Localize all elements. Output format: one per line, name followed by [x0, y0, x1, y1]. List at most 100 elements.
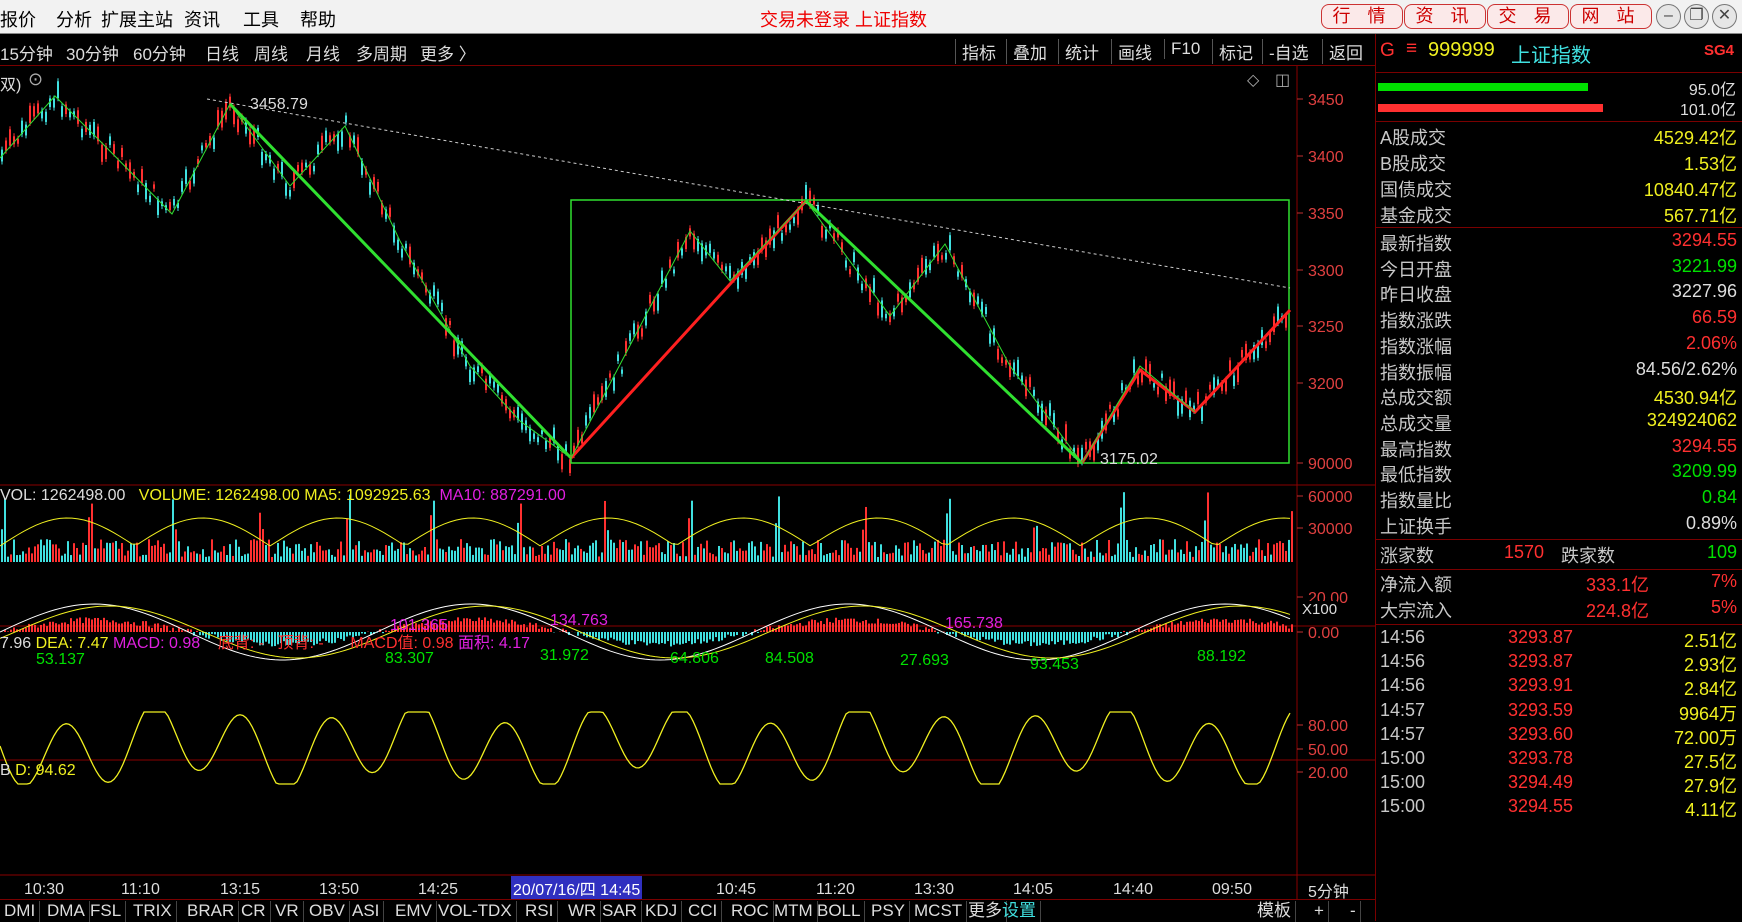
macd-bar	[1240, 619, 1242, 632]
volume-bar	[511, 545, 513, 562]
indicator-tab[interactable]: MCST	[910, 901, 967, 922]
indicator-tab[interactable]: MTM	[770, 901, 818, 922]
close-icon[interactable]: ✕	[1712, 4, 1737, 29]
macd-bar	[841, 620, 843, 632]
tick-price: 3294.55	[1508, 796, 1573, 817]
indicator-tab[interactable]: CR	[237, 901, 271, 922]
volume-bar	[982, 545, 984, 562]
tool-f10[interactable]: F10	[1164, 39, 1200, 59]
indicator-tab[interactable]: PSY	[867, 901, 910, 922]
indicator-tab[interactable]: FSL	[86, 901, 126, 922]
period-month[interactable]: 月线	[306, 40, 340, 65]
period-day[interactable]: 日线	[205, 40, 239, 65]
period-30min[interactable]: 30分钟	[66, 40, 119, 65]
volume-bar	[40, 540, 42, 562]
indicator-tab[interactable]: DMI	[0, 901, 40, 922]
dropdown-icon[interactable]: ⊙	[28, 69, 43, 90]
website-button[interactable]: 网 站	[1570, 4, 1652, 29]
macd-bar	[1174, 625, 1176, 632]
g-icon[interactable]: G	[1380, 40, 1395, 62]
quote-button[interactable]: 行 情	[1321, 4, 1403, 29]
tool-back[interactable]: 返回	[1322, 39, 1363, 64]
macd-bar	[601, 632, 603, 638]
macd-bar	[856, 622, 858, 632]
diamond-icon[interactable]: ◇	[1247, 70, 1259, 90]
tool-statistics[interactable]: 统计	[1058, 39, 1099, 64]
period-60min[interactable]: 60分钟	[133, 40, 186, 65]
menu-news[interactable]: 资讯	[184, 6, 220, 32]
indicator-tab[interactable]: WR	[564, 901, 601, 922]
volume-bar	[223, 546, 225, 562]
period-15min[interactable]: 15分钟	[0, 40, 53, 65]
indicator-tab[interactable]: CCI	[684, 901, 722, 922]
indicator-tab[interactable]: TRIX	[129, 901, 177, 922]
menu-tools[interactable]: 工具	[243, 6, 279, 32]
macd-annotation: 84.508	[765, 650, 814, 667]
kline-chart[interactable]: 345034003350330032503200 900006000030000…	[0, 66, 1375, 899]
indicator-tab[interactable]: BOLL	[813, 901, 865, 922]
macd-bar	[1024, 632, 1026, 642]
volume-bar	[397, 549, 399, 562]
candle-body	[321, 136, 323, 150]
volume-bar	[388, 546, 390, 562]
volume-bar	[280, 556, 282, 562]
indicator-tab[interactable]: DMA	[43, 901, 90, 922]
indicator-tab[interactable]: SAR	[598, 901, 642, 922]
indicator-tab[interactable]: BRAR	[183, 901, 239, 922]
macd-bar	[796, 624, 798, 632]
add-tab-button[interactable]: +	[1310, 901, 1329, 922]
panel-toggle-icon[interactable]: ◫	[1275, 70, 1290, 90]
indicator-tab[interactable]: OBV	[305, 901, 350, 922]
period-week[interactable]: 周线	[254, 40, 288, 65]
volume-bar	[616, 548, 618, 562]
indicator-tab[interactable]: RSI	[521, 901, 558, 922]
remove-tab-button[interactable]: -	[1346, 901, 1361, 922]
trade-button[interactable]: 交 易	[1487, 4, 1569, 29]
candle-body	[717, 255, 719, 263]
volume-bar	[946, 513, 948, 562]
tool-indicator[interactable]: 指标	[955, 39, 996, 64]
tool-mark[interactable]: 标记	[1212, 39, 1253, 64]
indicator-tab[interactable]: 设置	[998, 901, 1041, 922]
menu-help[interactable]: 帮助	[300, 6, 336, 32]
volume-bar	[424, 547, 426, 562]
candle-body	[977, 296, 979, 303]
tool-draw[interactable]: 画线	[1111, 39, 1152, 64]
tool-overlay[interactable]: 叠加	[1006, 39, 1047, 64]
volume-bar	[112, 543, 114, 562]
volume-bar	[472, 555, 474, 562]
tool-watchlist[interactable]: -自选	[1262, 39, 1309, 64]
macd-bar	[994, 632, 996, 642]
indicator-tab[interactable]: ASI	[348, 901, 384, 922]
minimize-icon[interactable]: –	[1656, 4, 1681, 29]
menu-analysis[interactable]: 分析	[56, 6, 92, 32]
stat-row: 指数涨幅2.06%	[1376, 333, 1742, 361]
candle-body	[873, 278, 875, 292]
period-multi[interactable]: 多周期	[356, 40, 407, 65]
volume-bar	[613, 543, 615, 562]
macd-bar	[1210, 620, 1212, 632]
candle-body	[897, 294, 899, 302]
news-button[interactable]: 资 讯	[1404, 4, 1486, 29]
template-button[interactable]: 模板	[1253, 901, 1296, 922]
indicator-tab[interactable]: ROC	[727, 901, 774, 922]
menu-icon[interactable]: ≡	[1406, 38, 1417, 60]
volume-bar	[787, 552, 789, 562]
macd-bar	[1030, 632, 1032, 646]
candle-body	[1045, 410, 1047, 426]
restore-icon[interactable]: ❐	[1684, 4, 1709, 29]
macd-bar	[859, 623, 861, 632]
period-more[interactable]: 更多 〉	[420, 40, 476, 65]
indicator-tab[interactable]: EMV	[391, 901, 437, 922]
volume-bar	[229, 544, 231, 562]
candle-body	[877, 303, 879, 316]
volume-bar	[628, 550, 630, 562]
volume-bar	[739, 548, 741, 562]
candle-body	[1265, 341, 1267, 348]
menu-extension[interactable]: 扩展主站	[101, 6, 173, 32]
indicator-tab[interactable]: VOL-TDX	[434, 901, 517, 922]
volume-bar	[664, 554, 666, 562]
indicator-tab[interactable]: VR	[271, 901, 304, 922]
indicator-tab[interactable]: KDJ	[641, 901, 682, 922]
menu-quote[interactable]: 报价	[0, 6, 36, 32]
